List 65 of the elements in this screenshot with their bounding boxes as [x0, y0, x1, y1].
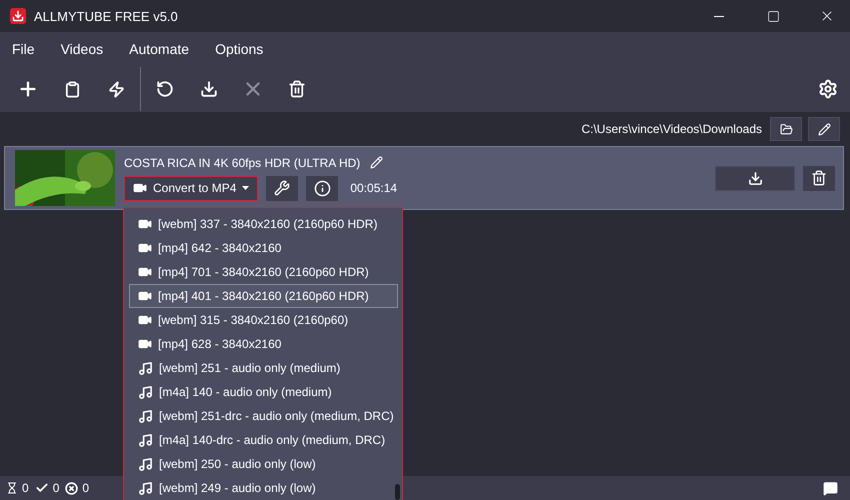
- format-option[interactable]: [mp4] 701 - 3840x2160 (2160p60 HDR): [129, 260, 398, 284]
- format-option[interactable]: [m4a] 140 - audio only (medium): [129, 380, 398, 404]
- settings-icon: [818, 79, 838, 99]
- music-note-icon: [138, 360, 153, 376]
- menu-item[interactable]: File: [4, 41, 43, 57]
- pencil-icon[interactable]: [370, 156, 384, 169]
- wrench-icon: [274, 180, 290, 196]
- open-folder-button[interactable]: [770, 117, 802, 141]
- download-path: C:\Users\vince\Videos\Downloads: [581, 122, 762, 136]
- error-icon: [65, 482, 78, 494]
- video-duration: 00:05:14: [350, 181, 398, 195]
- trash-icon: [288, 80, 306, 98]
- camera-icon: [138, 217, 152, 231]
- format-option[interactable]: [mp4] 401 - 3840x2160 (2160p60 HDR): [129, 284, 398, 308]
- info-icon: [314, 180, 331, 196]
- hourglass-icon: [6, 482, 18, 494]
- music-note-icon: [138, 456, 153, 472]
- menu-item[interactable]: Videos: [52, 41, 112, 57]
- video-item[interactable]: COSTA RICA IN 4K 60fps HDR (ULTRA HD) Convert to MP4 00:05:14: [4, 146, 844, 210]
- menu-item[interactable]: Options: [207, 41, 272, 57]
- scrollbar-thumb[interactable]: [395, 484, 400, 500]
- format-option[interactable]: [m4a] 140-drc - audio only (medium, DRC): [129, 428, 398, 452]
- format-option[interactable]: [webm] 315 - 3840x2160 (2160p60): [129, 308, 398, 332]
- camera-icon: [138, 337, 152, 351]
- window-title: ALLMYTUBE FREE v5.0: [34, 8, 179, 24]
- music-note-icon: [138, 408, 153, 424]
- edit-path-button[interactable]: [808, 117, 840, 141]
- message-icon[interactable]: [823, 480, 838, 496]
- format-option[interactable]: [mp4] 628 - 3840x2160: [129, 332, 398, 356]
- format-option[interactable]: [mp4] 642 - 3840x2160: [129, 236, 398, 260]
- download-icon: [200, 80, 218, 98]
- video-title: COSTA RICA IN 4K 60fps HDR (ULTRA HD): [124, 156, 360, 170]
- music-note-icon: [138, 480, 153, 496]
- format-option[interactable]: [webm] 251-drc - audio only (medium, DRC): [129, 404, 398, 428]
- app-logo-icon: [10, 8, 26, 24]
- caret-icon: [242, 186, 250, 190]
- done-count: 0: [52, 481, 60, 495]
- tools-button[interactable]: [266, 176, 298, 200]
- menu-item[interactable]: Automate: [121, 41, 198, 57]
- refresh-icon: [156, 80, 174, 98]
- check-icon: [34, 481, 49, 495]
- waiting-count: 0: [22, 481, 29, 495]
- camera-icon: [133, 181, 147, 195]
- format-option[interactable]: [webm] 251 - audio only (medium): [129, 356, 398, 380]
- format-dropdown[interactable]: Convert to MP4: [124, 176, 258, 200]
- info-button[interactable]: [306, 176, 338, 200]
- clipboard-icon: [64, 80, 80, 98]
- pencil-icon: [818, 122, 830, 136]
- remove-video-button[interactable]: [803, 166, 835, 190]
- failed-count: 0: [82, 481, 90, 495]
- music-note-icon: [138, 432, 153, 448]
- camera-icon: [138, 241, 152, 255]
- lightning-icon: [108, 80, 124, 98]
- camera-icon: [138, 265, 152, 279]
- camera-icon: [138, 289, 152, 303]
- format-option[interactable]: [webm] 250 - audio only (low): [129, 452, 398, 476]
- music-note-icon: [138, 384, 153, 400]
- trash-icon: [811, 170, 827, 186]
- download-video-button[interactable]: [715, 166, 795, 190]
- camera-icon: [138, 313, 152, 327]
- format-option[interactable]: [webm] 337 - 3840x2160 (2160p60 HDR): [129, 212, 398, 236]
- maximize-icon: [766, 10, 780, 22]
- format-option[interactable]: [webm] 249 - audio only (low): [129, 476, 398, 500]
- download-icon: [748, 170, 762, 186]
- folder-icon: [780, 122, 792, 136]
